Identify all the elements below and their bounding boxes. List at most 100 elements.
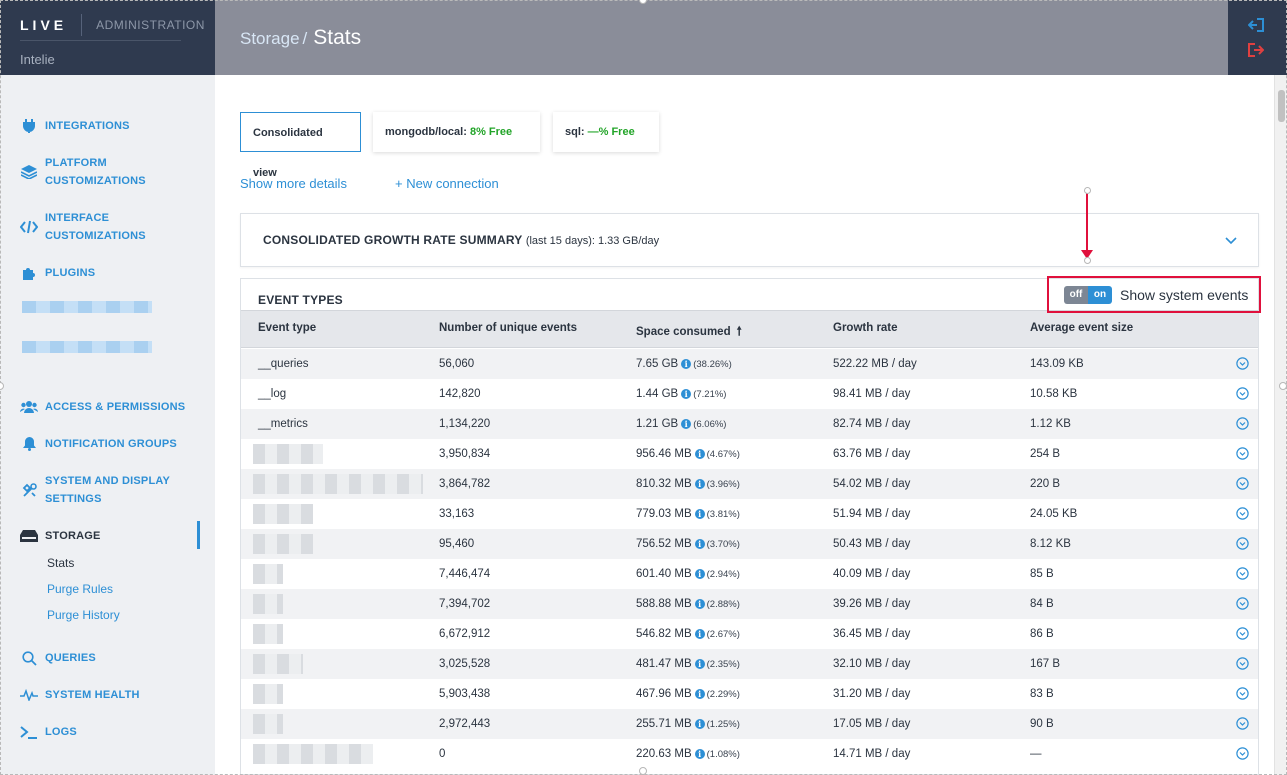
frame-handle[interactable] [1279, 382, 1287, 390]
vertical-scrollbar[interactable] [1274, 75, 1287, 775]
table-row[interactable]: 3,950,834 956.46 MB i (4.67%) 63.76 MB / day… [241, 439, 1258, 469]
unique-events-count: 1,134,220 [439, 418, 491, 430]
space-consumed: 7.65 GB i (38.26%) [636, 358, 732, 370]
tab-mongodb-local[interactable]: mongodb/local: 8% Free [373, 112, 540, 152]
sidebar-item-plugins[interactable]: PLUGINS [20, 264, 200, 282]
average-event-size: 167 B [1030, 658, 1061, 670]
expand-row-icon[interactable] [1236, 567, 1249, 580]
info-icon[interactable]: i [694, 569, 705, 579]
redacted-event-type [253, 504, 313, 524]
info-icon[interactable]: i [694, 479, 705, 489]
expand-row-icon[interactable] [1236, 477, 1249, 490]
event-type-name: __log [258, 388, 287, 400]
users-icon [20, 398, 38, 416]
annotation-handle[interactable] [1084, 187, 1091, 194]
table-row[interactable]: __metrics 1,134,220 1.21 GB i (6.06%) 82.74 M… [241, 409, 1258, 439]
table-row[interactable]: 0 220.63 MB i (1.08%) 14.71 MB / day — [241, 739, 1258, 769]
redacted-nav-item[interactable] [22, 301, 152, 313]
expand-row-icon[interactable] [1236, 717, 1249, 730]
table-row[interactable]: 5,903,438 467.96 MB i (2.29%) 31.20 MB / day… [241, 679, 1258, 709]
logout-icon[interactable] [1248, 43, 1266, 61]
chevron-down-icon[interactable] [1224, 233, 1238, 247]
sidebar-item-integrations[interactable]: INTEGRATIONS [20, 117, 200, 135]
info-icon[interactable]: i [694, 629, 705, 639]
info-icon[interactable]: i [694, 509, 705, 519]
table-row[interactable]: 3,025,528 481.47 MB i (2.35%) 32.10 MB / day… [241, 649, 1258, 679]
table-row[interactable]: 95,460 756.52 MB i (3.70%) 50.43 MB / day 8.1… [241, 529, 1258, 559]
column-header-space-consumed[interactable]: Space consumed 🠕 [636, 322, 742, 343]
tools-icon [20, 481, 38, 499]
space-consumed: 467.96 MB i (2.29%) [636, 688, 740, 700]
info-icon[interactable]: i [694, 539, 705, 549]
column-header-growth-rate[interactable]: Growth rate [833, 322, 898, 334]
expand-row-icon[interactable] [1236, 387, 1249, 400]
info-icon[interactable]: i [681, 419, 692, 429]
table-row[interactable]: 33,163 779.03 MB i (3.81%) 51.94 MB / day 24.… [241, 499, 1258, 529]
sort-asc-icon[interactable]: 🠕 [737, 322, 742, 343]
toggle-on[interactable]: on [1088, 285, 1112, 304]
summary-subtitle: (last 15 days): 1.33 GB/day [525, 235, 660, 247]
expand-row-icon[interactable] [1236, 507, 1249, 520]
sidebar-subitem-purge-history[interactable]: Purge History [47, 608, 120, 622]
sidebar-item-queries[interactable]: QUERIES [20, 649, 200, 667]
sidebar-item-system-display-settings[interactable]: SYSTEM AND DISPLAY SETTINGS [20, 472, 200, 508]
sidebar-item-logs[interactable]: LOGS [20, 723, 200, 741]
scrollbar-thumb[interactable] [1278, 90, 1285, 122]
sidebar-item-notification-groups[interactable]: NOTIFICATION GROUPS [20, 435, 200, 453]
table-row[interactable]: 2,972,443 255.71 MB i (1.25%) 17.05 MB / day… [241, 709, 1258, 739]
column-header-event-type[interactable]: Event type [258, 322, 316, 334]
expand-row-icon[interactable] [1236, 657, 1249, 670]
column-header-unique-events[interactable]: Number of unique events [439, 322, 577, 334]
expand-row-icon[interactable] [1236, 687, 1249, 700]
info-icon[interactable]: i [694, 719, 705, 729]
sidebar-item-platform-customizations[interactable]: PLATFORM CUSTOMIZATIONS [20, 154, 200, 190]
table-row[interactable]: __log 142,820 1.44 GB i (7.21%) 98.41 MB / da… [241, 379, 1258, 409]
sidebar-item-access-permissions[interactable]: ACCESS & PERMISSIONS [20, 398, 200, 416]
frame-handle[interactable] [639, 767, 647, 775]
system-events-toggle[interactable]: off on [1064, 285, 1112, 304]
info-icon[interactable]: i [681, 389, 692, 399]
toggle-off[interactable]: off [1064, 285, 1088, 304]
table-row[interactable]: 3,864,782 810.32 MB i (3.96%) 54.02 MB / day… [241, 469, 1258, 499]
breadcrumb-separator: / [302, 29, 308, 48]
expand-row-icon[interactable] [1236, 357, 1249, 370]
expand-row-icon[interactable] [1236, 597, 1249, 610]
info-icon[interactable]: i [694, 749, 705, 759]
expand-row-icon[interactable] [1236, 537, 1249, 550]
table-row[interactable]: 7,394,702 588.88 MB i (2.88%) 39.26 MB / day… [241, 589, 1258, 619]
redacted-nav-item[interactable] [22, 341, 152, 353]
table-row[interactable]: __queries 56,060 7.65 GB i (38.26%) 522.22 MB… [241, 349, 1258, 379]
new-connection-link[interactable]: + New connection [395, 176, 499, 191]
info-icon[interactable]: i [694, 599, 705, 609]
average-event-size: 83 B [1030, 688, 1054, 700]
app-logo[interactable]: LIVE [20, 17, 67, 33]
show-more-details-link[interactable]: Show more details [240, 176, 347, 191]
info-icon[interactable]: i [694, 449, 705, 459]
header-actions [1228, 0, 1287, 75]
annotation-handle[interactable] [1084, 257, 1091, 264]
sidebar-item-storage[interactable]: STORAGE [20, 527, 200, 545]
bell-icon [20, 435, 38, 453]
space-percentage: (1.25%) [706, 719, 740, 730]
expand-row-icon[interactable] [1236, 417, 1249, 430]
growth-summary-panel[interactable]: CONSOLIDATED GROWTH RATE SUMMARY (last 1… [240, 213, 1259, 267]
space-consumed: 1.21 GB i (6.06%) [636, 418, 727, 430]
breadcrumb-parent[interactable]: Storage [240, 29, 300, 49]
table-row[interactable]: 6,672,912 546.82 MB i (2.67%) 36.45 MB / day… [241, 619, 1258, 649]
switch-app-icon[interactable] [1247, 18, 1266, 36]
sidebar-item-system-health[interactable]: SYSTEM HEALTH [20, 686, 200, 704]
info-icon[interactable]: i [694, 689, 705, 699]
tab-consolidated-view[interactable]: Consolidated view [240, 112, 361, 179]
expand-row-icon[interactable] [1236, 747, 1249, 760]
expand-row-icon[interactable] [1236, 447, 1249, 460]
table-row[interactable]: 7,446,474 601.40 MB i (2.94%) 40.09 MB / day… [241, 559, 1258, 589]
space-consumed: 588.88 MB i (2.88%) [636, 598, 740, 610]
column-header-average-size[interactable]: Average event size [1030, 322, 1133, 334]
info-icon[interactable]: i [694, 659, 705, 669]
expand-row-icon[interactable] [1236, 627, 1249, 640]
tab-sql[interactable]: sql: —% Free [553, 112, 659, 152]
info-icon[interactable]: i [681, 359, 692, 369]
sidebar-item-interface-customizations[interactable]: INTERFACE CUSTOMIZATIONS [20, 209, 200, 245]
sidebar-subitem-purge-rules[interactable]: Purge Rules [47, 582, 113, 596]
sidebar-subitem-stats[interactable]: Stats [47, 556, 74, 570]
